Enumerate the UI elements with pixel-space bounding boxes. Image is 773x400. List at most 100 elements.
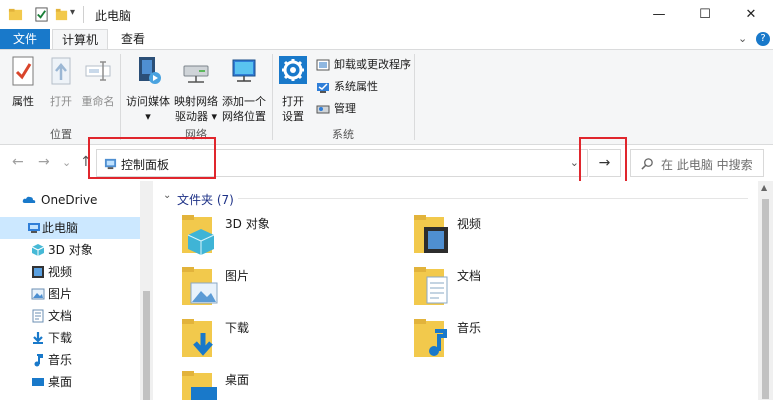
folder-label: 视频 <box>457 217 482 231</box>
nav-label: 桌面 <box>48 375 73 389</box>
content-scrollbar[interactable]: ▲ <box>758 181 773 400</box>
back-button[interactable]: ← <box>12 154 24 170</box>
nav-item-downloads[interactable]: 下载 <box>0 327 140 349</box>
nav-item-onedrive[interactable]: OneDrive <box>0 189 140 211</box>
system-properties-icon <box>317 83 329 93</box>
scroll-up-icon[interactable]: ▲ <box>761 183 767 192</box>
forward-button[interactable]: → <box>38 154 50 170</box>
ribbon-tabs: 文件 计算机 查看 ⌄ ? <box>0 29 773 49</box>
network-drive-icon <box>183 65 209 83</box>
documents-folder-icon <box>414 267 448 305</box>
folder-label: 图片 <box>225 269 250 283</box>
open-settings-label-1: 打开 <box>282 95 304 108</box>
properties-label: 属性 <box>12 95 34 108</box>
folders-group-header[interactable]: 文件夹 (7) <box>177 191 234 208</box>
folder-label: 3D 对象 <box>225 217 270 231</box>
music-note-icon <box>34 354 43 367</box>
search-placeholder[interactable]: 在 此电脑 中搜索 <box>661 156 753 173</box>
go-button-highlight-box <box>579 137 627 184</box>
manage-button[interactable]: 管理 <box>316 100 356 118</box>
tab-computer[interactable]: 计算机 <box>52 29 108 49</box>
tab-view[interactable]: 查看 <box>110 29 156 49</box>
nav-label: 图片 <box>48 287 73 301</box>
folder-item[interactable]: 3D 对象 <box>179 211 399 261</box>
nav-label: 下载 <box>48 331 73 345</box>
properties-icon <box>12 56 34 86</box>
group-header-divider <box>238 198 748 199</box>
properties-button[interactable]: 属性 <box>6 54 40 109</box>
cube-icon <box>31 244 45 256</box>
uninstall-label: 卸载或更改程序 <box>334 58 411 71</box>
folder-label: 文档 <box>457 269 482 283</box>
desktop-folder-icon <box>182 371 217 400</box>
network-location-icon <box>232 59 256 82</box>
system-properties-button[interactable]: 系统属性 <box>316 78 378 96</box>
uninstall-icon <box>316 59 330 71</box>
videos-folder-icon <box>414 215 448 253</box>
folder-item[interactable]: 桌面 <box>179 367 399 400</box>
nav-item-3d-objects[interactable]: 3D 对象 <box>0 239 140 261</box>
picture-icon <box>31 288 45 300</box>
cloud-icon <box>22 196 36 203</box>
navigation-scrollbar-thumb[interactable] <box>143 291 150 400</box>
video-icon <box>32 266 44 278</box>
nav-label: 文档 <box>48 309 73 323</box>
recent-locations-button[interactable]: ⌄ <box>62 156 71 169</box>
group-separator <box>414 54 415 140</box>
ribbon-expand-icon[interactable]: ⌄ <box>738 32 747 45</box>
access-media-label-2: ▾ <box>145 110 151 123</box>
system-group-label: 系统 <box>332 128 354 141</box>
folder-item[interactable]: 音乐 <box>411 315 631 365</box>
search-icon <box>641 158 653 170</box>
ribbon: 属性 打开 重命名 位置 访问媒体 ▾ 映射网络 驱动器 ▾ 添加一个 网络位置… <box>0 49 773 145</box>
nav-item-desktop[interactable]: 桌面 <box>0 371 140 393</box>
folder-app-icon <box>8 8 23 21</box>
location-group-label: 位置 <box>50 128 72 141</box>
folder-item[interactable]: 图片 <box>179 263 399 313</box>
add-network-location-button[interactable]: 添加一个 网络位置 <box>220 54 268 124</box>
media-icon <box>139 57 161 84</box>
rename-button[interactable]: 重命名 <box>80 54 116 109</box>
open-settings-button[interactable]: 打开 设置 <box>276 54 310 124</box>
collapse-group-icon[interactable]: ⌄ <box>163 190 171 201</box>
open-button[interactable]: 打开 <box>44 54 78 109</box>
close-button[interactable]: ✕ <box>728 0 773 29</box>
access-media-button[interactable]: 访问媒体 ▾ <box>124 54 172 124</box>
open-settings-label-2: 设置 <box>282 110 304 123</box>
address-dropdown-icon[interactable]: ⌄ <box>570 156 579 169</box>
folder-item[interactable]: 下载 <box>179 315 399 365</box>
document-icon <box>32 309 44 323</box>
search-box[interactable]: 在 此电脑 中搜索 <box>630 149 764 177</box>
uninstall-program-button[interactable]: 卸载或更改程序 <box>316 56 411 74</box>
nav-item-music[interactable]: 音乐 <box>0 349 140 371</box>
window-title: 此电脑 <box>95 9 132 23</box>
downloads-folder-icon <box>182 319 213 357</box>
map-network-drive-button[interactable]: 映射网络 驱动器 ▾ <box>172 54 220 124</box>
new-folder-quick-icon[interactable] <box>54 7 69 22</box>
tab-file[interactable]: 文件 <box>0 29 50 49</box>
folder-item[interactable]: 视频 <box>411 211 631 261</box>
add-location-label-2: 网络位置 <box>222 110 266 123</box>
rename-icon <box>85 61 111 81</box>
title-bar: ▾ 此电脑 — ☐ ✕ <box>0 0 773 29</box>
nav-item-videos[interactable]: 视频 <box>0 261 140 283</box>
navigation-scrollbar[interactable] <box>140 181 153 400</box>
system-properties-label: 系统属性 <box>334 80 378 93</box>
folder-item[interactable]: 文档 <box>411 263 631 313</box>
nav-item-documents[interactable]: 文档 <box>0 305 140 327</box>
minimize-button[interactable]: — <box>636 0 682 29</box>
maximize-button[interactable]: ☐ <box>682 0 728 29</box>
manage-label: 管理 <box>334 102 356 115</box>
folder-label: 桌面 <box>225 373 250 387</box>
3d-objects-folder-icon <box>182 215 215 255</box>
gear-icon <box>279 56 307 84</box>
map-drive-label-2: 驱动器 ▾ <box>174 110 218 123</box>
content-scrollbar-thumb[interactable] <box>762 199 769 399</box>
nav-item-this-pc[interactable]: 此电脑 <box>0 217 140 239</box>
properties-quick-icon[interactable] <box>34 7 49 22</box>
pictures-folder-icon <box>182 267 218 305</box>
open-icon <box>51 57 71 85</box>
help-button[interactable]: ? <box>756 32 770 46</box>
nav-label: 此电脑 <box>42 221 79 235</box>
nav-item-pictures[interactable]: 图片 <box>0 283 140 305</box>
